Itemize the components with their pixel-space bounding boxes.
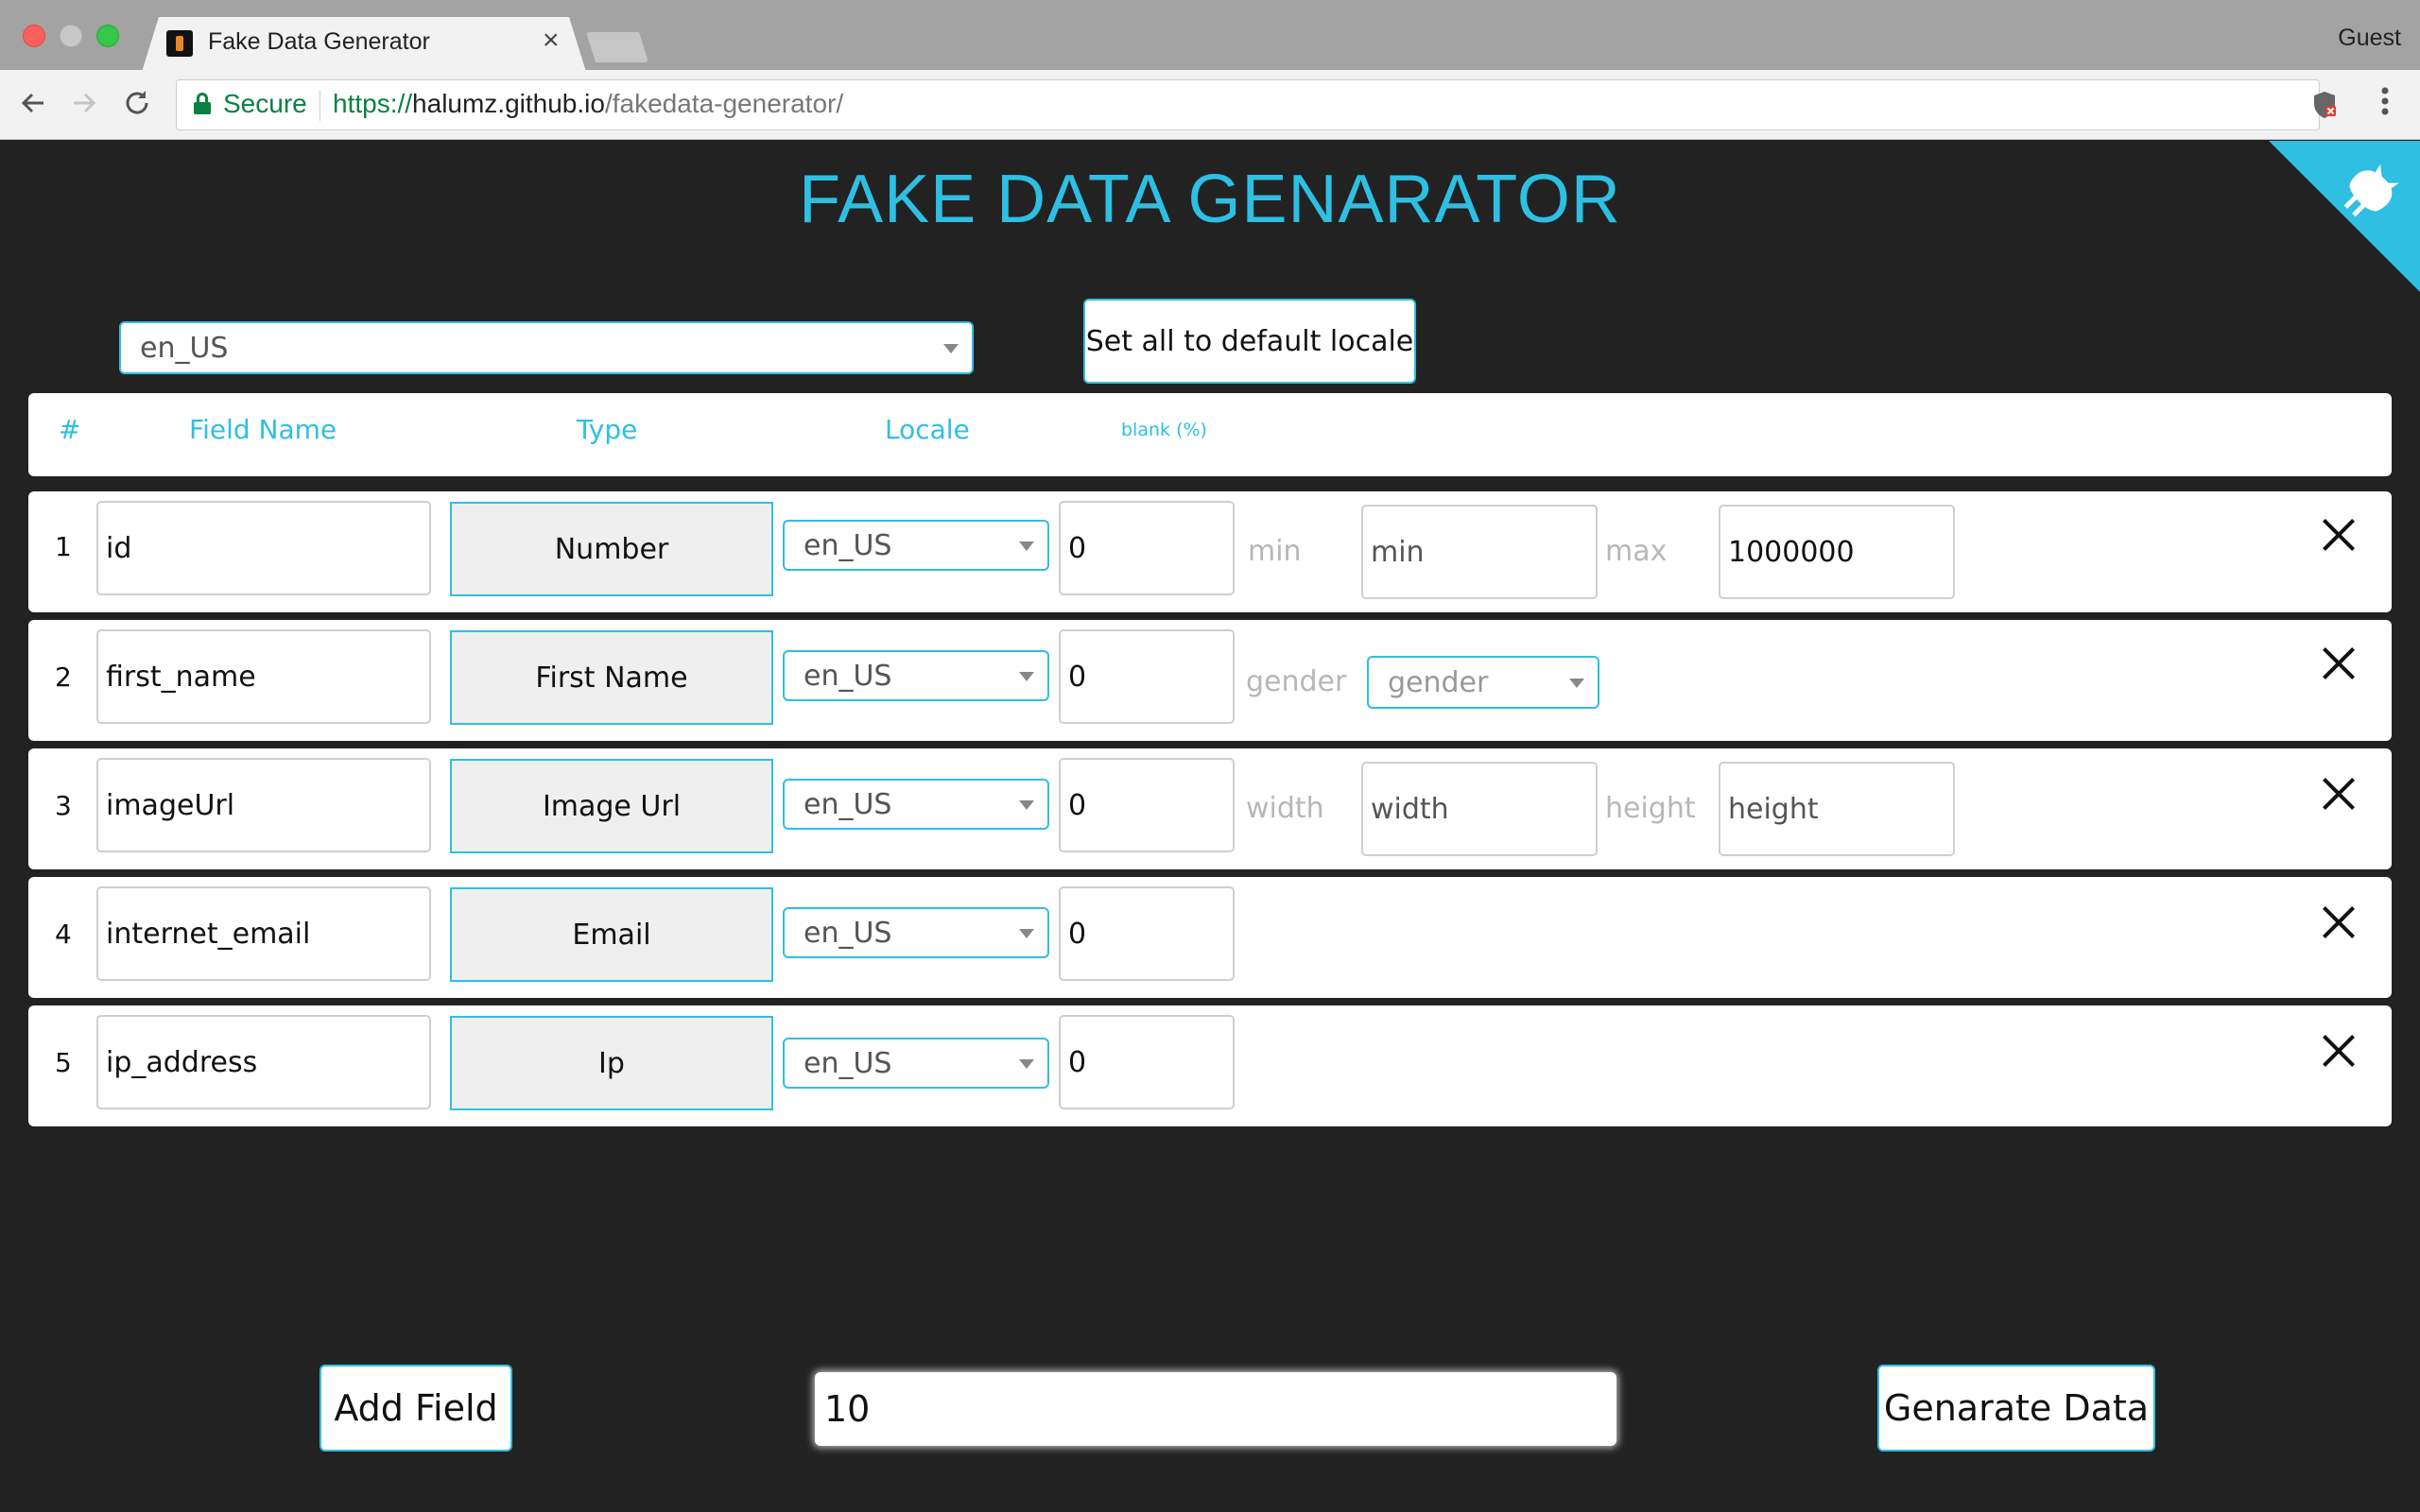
- default-locale-value: en_US: [140, 331, 229, 365]
- url-path: /fakedata-generator/: [604, 89, 844, 118]
- row-number: 3: [55, 790, 72, 821]
- tab-close-icon[interactable]: ×: [543, 25, 560, 57]
- add-field-button[interactable]: Add Field: [320, 1365, 512, 1452]
- dropdown-caret-icon: [1019, 929, 1034, 938]
- row-number: 1: [55, 531, 72, 562]
- row-locale-select[interactable]: en_US: [783, 1038, 1049, 1089]
- kebab-menu-icon[interactable]: [2380, 85, 2390, 126]
- field-type-button[interactable]: Ip: [450, 1016, 773, 1110]
- field-type-button[interactable]: Image Url: [450, 759, 773, 853]
- header-locale: Locale: [885, 414, 970, 445]
- field-name-input[interactable]: imageUrl: [96, 758, 431, 852]
- window-minimize-button[interactable]: [60, 25, 82, 47]
- window-zoom-button[interactable]: [96, 25, 119, 47]
- row-locale-select[interactable]: en_US: [783, 650, 1049, 701]
- field-type-button[interactable]: First Name: [450, 630, 773, 725]
- forward-arrow-icon[interactable]: [68, 87, 100, 127]
- width-input[interactable]: width: [1361, 762, 1598, 856]
- page-title: FAKE DATA GENARATOR: [799, 162, 1621, 237]
- min-input[interactable]: min: [1361, 505, 1598, 599]
- blank-percent-input[interactable]: 0: [1059, 629, 1235, 724]
- dropdown-caret-icon: [1019, 800, 1034, 810]
- row-number: 5: [55, 1047, 72, 1078]
- table-header: [28, 393, 2392, 476]
- field-type-button[interactable]: Number: [450, 502, 773, 596]
- url-text[interactable]: https://halumz.github.io/fakedata-genera…: [333, 89, 843, 119]
- dropdown-caret-icon: [943, 344, 959, 353]
- generate-data-button[interactable]: Genarate Data: [1877, 1365, 2155, 1452]
- tab-title: Fake Data Generator: [208, 28, 430, 55]
- row-locale-value: en_US: [804, 916, 892, 950]
- height-input[interactable]: height: [1719, 762, 1955, 856]
- header-field-name: Field Name: [189, 414, 337, 445]
- blank-percent-input[interactable]: 0: [1059, 1015, 1235, 1109]
- set-default-locale-button[interactable]: Set all to default locale: [1083, 299, 1416, 384]
- github-octocat-icon[interactable]: [2269, 141, 2420, 292]
- close-x-icon[interactable]: [2322, 1034, 2356, 1068]
- url-host: halumz.github.io: [412, 89, 605, 118]
- row-count-input[interactable]: 10: [815, 1372, 1616, 1446]
- dropdown-caret-icon: [1019, 672, 1034, 681]
- header-number: #: [59, 414, 81, 445]
- dropdown-caret-icon: [1569, 679, 1584, 688]
- row-locale-value: en_US: [804, 1046, 892, 1080]
- field-type-button[interactable]: Email: [450, 887, 773, 982]
- profile-button[interactable]: Guest: [2338, 25, 2401, 52]
- close-x-icon[interactable]: [2322, 905, 2356, 939]
- window-close-button[interactable]: [23, 25, 45, 47]
- dropdown-caret-icon: [1019, 541, 1034, 551]
- max-label: max: [1605, 535, 1668, 568]
- back-arrow-icon[interactable]: [17, 87, 49, 127]
- row-locale-value: en_US: [804, 787, 892, 821]
- field-name-input[interactable]: first_name: [96, 629, 431, 724]
- close-x-icon[interactable]: [2322, 777, 2356, 811]
- header-blank-percent: blank (%): [1121, 420, 1207, 440]
- row-locale-select[interactable]: en_US: [783, 907, 1049, 958]
- tab-favicon-icon: [166, 30, 193, 57]
- default-locale-select[interactable]: en_US: [119, 321, 974, 374]
- dropdown-caret-icon: [1019, 1059, 1034, 1069]
- row-locale-select[interactable]: en_US: [783, 520, 1049, 571]
- new-tab-button[interactable]: [586, 32, 648, 62]
- min-label: min: [1248, 535, 1302, 568]
- blank-percent-input[interactable]: 0: [1059, 886, 1235, 981]
- row-locale-select[interactable]: en_US: [783, 779, 1049, 830]
- close-x-icon[interactable]: [2322, 646, 2356, 680]
- row-number: 2: [55, 662, 72, 693]
- shield-icon[interactable]: [2312, 91, 2337, 119]
- row-locale-value: en_US: [804, 528, 892, 562]
- row-locale-value: en_US: [804, 659, 892, 693]
- header-type: Type: [577, 414, 638, 445]
- field-name-input[interactable]: id: [96, 501, 431, 595]
- row-number: 4: [55, 919, 72, 950]
- width-label: width: [1246, 792, 1324, 825]
- gender-select-value: gender: [1388, 665, 1489, 699]
- blank-percent-input[interactable]: 0: [1059, 501, 1235, 595]
- gender-select[interactable]: gender: [1367, 656, 1599, 709]
- url-scheme: https://: [333, 89, 413, 118]
- secure-label: Secure: [223, 89, 307, 118]
- close-x-icon[interactable]: [2322, 518, 2356, 552]
- reload-icon[interactable]: [121, 87, 153, 127]
- lock-icon: [194, 93, 211, 114]
- field-name-input[interactable]: internet_email: [96, 886, 431, 981]
- field-name-input[interactable]: ip_address: [96, 1015, 431, 1109]
- height-label: height: [1605, 792, 1696, 825]
- max-input[interactable]: 1000000: [1719, 505, 1955, 599]
- gender-label: gender: [1246, 665, 1347, 698]
- blank-percent-input[interactable]: 0: [1059, 758, 1235, 852]
